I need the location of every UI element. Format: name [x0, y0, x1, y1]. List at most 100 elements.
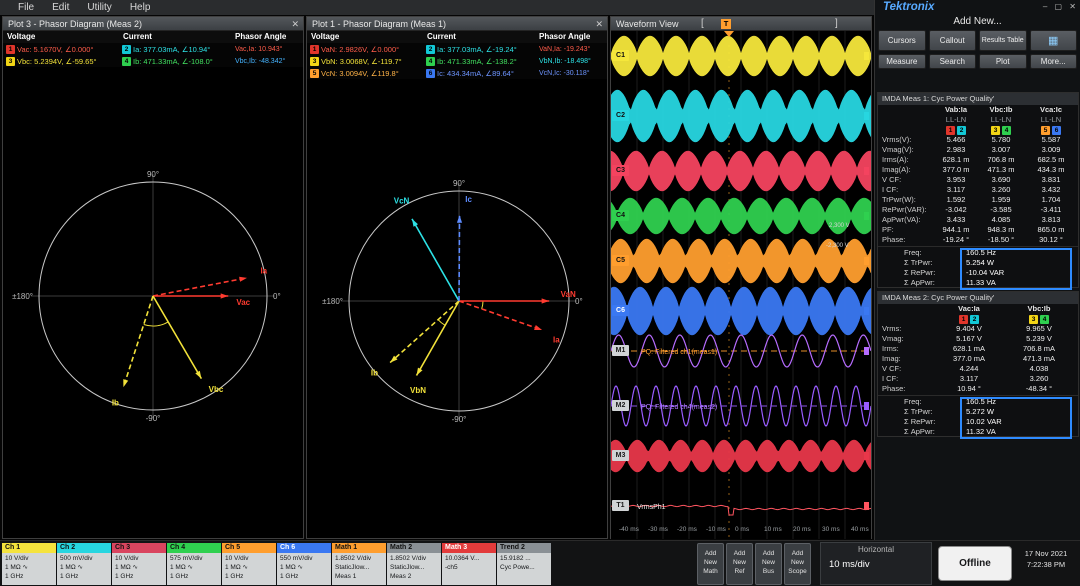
meas-row-label: Irms:: [882, 344, 899, 353]
waveform-badge-C1[interactable]: C1: [612, 50, 629, 61]
more-button[interactable]: More...: [1029, 54, 1077, 69]
channel-settings: 500 mV/div 1 MΩ ∿ 1 GHz: [57, 553, 111, 585]
meas1-results-panel[interactable]: IMDA Meas 1: Cyc Power Quality' Vab:Ia Vb…: [877, 92, 1079, 290]
meas-value: 9.965 V: [1026, 324, 1052, 333]
channel-setting-line: 1 MΩ ∿: [280, 564, 303, 571]
meas-value: 3.953: [946, 175, 966, 184]
time-axis-label: -20 ms: [677, 526, 698, 533]
channel-setting-line: 1 GHz: [170, 573, 189, 580]
phasor-table-row: 1 Vac: 5.1670V, ∠0.000° 2 Ia: 377.03mA, ∠10…: [3, 43, 303, 55]
channel-button-ch1[interactable]: Ch 1 10 V/div 1 MΩ ∿ 1 GHz: [2, 543, 56, 585]
waveform-badge-C6[interactable]: C6: [612, 305, 629, 316]
add-button-line: New: [703, 559, 717, 566]
phasor-vector-Ib: [122, 295, 154, 388]
trigger-position-icon[interactable]: [724, 31, 734, 37]
vector-label: Ic: [465, 195, 472, 204]
phasor-diagram[interactable]: 90° -90° ±180° 0° Vac Ia Vbc Ib: [3, 67, 303, 537]
menu-edit[interactable]: Edit: [52, 2, 69, 13]
measure-button[interactable]: Measure: [878, 54, 926, 69]
channel-button-math1[interactable]: Math 1 1.8502 V/div StaticJlow... Meas 1: [332, 543, 386, 585]
menu-help[interactable]: Help: [130, 2, 151, 13]
phasor-diagram[interactable]: 90° -90° ±180° 0°VaN Ia VbN Ib VcN Ic: [307, 79, 607, 537]
source-badge: 2: [426, 44, 435, 54]
channel-button-ch5[interactable]: Ch 5 10 V/div 1 MΩ ∿ 1 GHz: [222, 543, 276, 585]
channel-name: Math 3: [442, 543, 496, 553]
waveform-badge-C2[interactable]: C2: [612, 110, 629, 121]
waveform-badge-M3[interactable]: M3: [612, 450, 629, 461]
waveform-plot-area[interactable]: PQ: Filtered ch1(meas1) PQ: Filtered ch4(…: [611, 31, 871, 539]
results-table-button[interactable]: Results Table: [979, 30, 1027, 51]
meas-row: Imag: 377.0 mA 471.3 mA: [878, 354, 1078, 364]
waveform-badge-T1[interactable]: T1: [612, 500, 629, 511]
add-new-scope-button[interactable]: Add New Scope: [784, 543, 811, 585]
channel-setting-line: 550 mV/div: [280, 555, 313, 562]
datetime-display: 17 Nov 2021 7:22:38 PM: [1014, 548, 1078, 570]
maximize-icon[interactable]: ▢: [1055, 2, 1063, 11]
waveform-badge-M2[interactable]: M2: [612, 400, 629, 411]
add-new-math-button[interactable]: Add New Math: [697, 543, 724, 585]
meas2-results-panel[interactable]: IMDA Meas 2: Cyc Power Quality' Vac:Ia Vb…: [877, 291, 1079, 439]
voltage-reading: Vbc: 5.2394V, ∠-59.65°: [17, 56, 97, 66]
meas-col-header: Vca:Ic: [1039, 105, 1063, 114]
add-new-bus-button[interactable]: Add New Bus: [755, 543, 782, 585]
meas-value: 944.1 m: [942, 225, 970, 234]
menu-utility[interactable]: Utility: [87, 2, 111, 13]
close-icon[interactable]: ✕: [1069, 2, 1076, 11]
channel-button-ch2[interactable]: Ch 2 500 mV/div 1 MΩ ∿ 1 GHz: [57, 543, 111, 585]
meas-row: Vrms: 9.404 V 9.965 V: [878, 324, 1078, 334]
channel-button-ch3[interactable]: Ch 3 10 V/div 1 MΩ ∿ 1 GHz: [112, 543, 166, 585]
plot1-titlebar[interactable]: Plot 1 - Phasor Diagram (Meas 1) ✕: [307, 17, 607, 31]
zoom-bracket-left[interactable]: [: [701, 17, 704, 31]
waveform-titlebar[interactable]: Waveform View [ T ]: [611, 17, 871, 31]
time-axis-label: 0 ms: [735, 526, 750, 533]
axis-label: 90°: [453, 179, 465, 188]
meas-value: 3.009: [1041, 145, 1061, 154]
vector-label: VaN: [561, 290, 576, 299]
close-icon[interactable]: ✕: [291, 17, 299, 31]
callout-button[interactable]: Callout: [928, 30, 976, 51]
meas2-table: Vac:Ia Vbc:Ib 1 2 3 4 Vrms: 9.404 V 9.965 V Vmag:…: [878, 304, 1078, 439]
trigger-flag-icon[interactable]: T: [721, 19, 731, 29]
plot-button[interactable]: Plot: [979, 54, 1027, 69]
meas-chips-row: 123456: [878, 125, 1078, 135]
channel-button-ch6[interactable]: Ch 6 550 mV/div 1 MΩ ∿ 1 GHz: [277, 543, 331, 585]
capture-button[interactable]: ▦: [1029, 30, 1077, 51]
offline-button[interactable]: Offline: [938, 546, 1012, 581]
meas-chip: 3: [991, 125, 1000, 135]
vector-arrowhead: [123, 379, 129, 388]
meas-row-label: ApPwr(VA):: [882, 215, 921, 224]
search-button[interactable]: Search: [928, 54, 976, 69]
meas-row: I CF: 3.117 3.260 3.432: [878, 185, 1078, 195]
meas-value: 3.813: [1041, 215, 1061, 224]
waveform-badge-C5[interactable]: C5: [612, 255, 629, 266]
minimize-icon[interactable]: –: [1043, 2, 1047, 11]
add-button-line: Bus: [762, 568, 775, 575]
axis-label: ±180°: [322, 297, 343, 306]
channel-button-ch4[interactable]: Ch 4 575 mV/div 1 MΩ ∿ 1 GHz: [167, 543, 221, 585]
time-axis-label: -10 ms: [706, 526, 727, 533]
waveform-badge-C4[interactable]: C4: [612, 210, 629, 221]
channel-button-trend2[interactable]: Trend 2 15.9182 ... Cyc Powe...: [497, 543, 551, 585]
channel-button-math3[interactable]: Math 3 10.0364 V... -ch5: [442, 543, 496, 585]
summary-value: 160.5 Hz: [966, 397, 997, 406]
scale-label: 2,300 V: [829, 223, 850, 229]
waveform-badge-M1[interactable]: M1: [612, 345, 629, 356]
menu-bar: File Edit Utility Help: [0, 0, 874, 15]
voltage-cell: 1 Vac: 5.1670V, ∠0.000°: [6, 43, 120, 55]
plot3-titlebar[interactable]: Plot 3 - Phasor Diagram (Meas 2) ✕: [3, 17, 303, 31]
channel-button-math2[interactable]: Math 2 1.8502 V/div StaticJlow... Meas 2: [387, 543, 441, 585]
trace-handle-C2: [864, 112, 869, 120]
menu-file[interactable]: File: [18, 2, 34, 13]
zoom-bracket-right[interactable]: ]: [835, 17, 838, 31]
add-new-ref-button[interactable]: Add New Ref: [726, 543, 753, 585]
meas-col-header: Vab:Ia: [944, 105, 968, 114]
vector-label: Ia: [553, 335, 560, 344]
close-icon[interactable]: ✕: [595, 17, 603, 31]
cursors-button[interactable]: Cursors: [878, 30, 926, 51]
horizontal-panel[interactable]: Horizontal 10 ms/div: [820, 542, 932, 585]
meas-row: Phase: 10.94 ° -48.34 °: [878, 384, 1078, 394]
meas-value: 5.587: [1041, 135, 1061, 144]
waveform-badge-C3[interactable]: C3: [612, 165, 629, 176]
voltage-cell: 5 VcN: 3.0094V, ∠119.8°: [310, 67, 424, 79]
scale-label: -2,300 V: [826, 243, 849, 249]
